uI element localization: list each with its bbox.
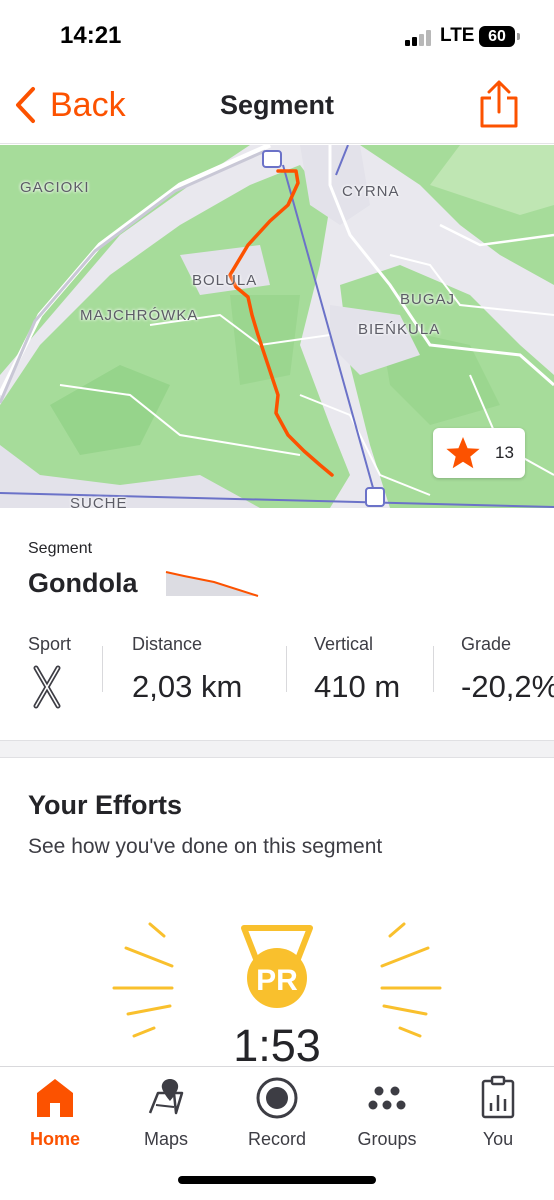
maps-icon: [148, 1079, 184, 1115]
segment-info: Segment Gondola Sport Distance 2,03 km V…: [0, 508, 554, 740]
battery-icon: 60: [479, 26, 520, 47]
sport-label: Sport: [28, 634, 72, 654]
map-label-bolula: BOLULA: [192, 272, 258, 289]
stat-divider: [433, 646, 434, 692]
efforts-title: Your Efforts: [28, 790, 182, 820]
tab-label: Record: [247, 1129, 307, 1149]
pr-time: 1:53: [233, 1020, 321, 1066]
you-icon: [481, 1075, 515, 1119]
network-type: LTE: [440, 25, 475, 46]
efforts-section: Your Efforts See how you've done on this…: [0, 758, 554, 1066]
distance-value: 2,03 km: [132, 669, 243, 704]
home-icon: [37, 1079, 73, 1117]
vertical-value: 410 m: [314, 669, 401, 704]
status-bar: 14:21 LTE 60: [0, 0, 554, 72]
tab-home[interactable]: Home: [5, 1075, 105, 1150]
tab-label: Groups: [357, 1129, 417, 1149]
efforts-subtitle: See how you've done on this segment: [28, 835, 383, 858]
tab-label: You: [482, 1129, 514, 1149]
home-indicator: [178, 1176, 376, 1184]
stat-distance: Distance 2,03 km: [132, 634, 242, 705]
stat-divider: [286, 646, 287, 692]
signal-icon: [405, 30, 435, 46]
pr-badge-text: PR: [256, 964, 298, 997]
tab-record[interactable]: Record: [227, 1075, 327, 1150]
distance-label: Distance: [132, 634, 203, 654]
groups-icon: [368, 1086, 406, 1110]
star-icon: [446, 437, 480, 469]
tab-you[interactable]: You: [448, 1075, 548, 1150]
segment-label: Segment: [28, 540, 93, 557]
segment-name: Gondola: [28, 568, 138, 598]
nav-bar: Back Segment: [0, 72, 554, 144]
grade-value: -20,2%: [461, 669, 554, 704]
grade-label: Grade: [461, 634, 512, 654]
stat-divider: [102, 646, 103, 692]
map-label-gacioki: GACIOKI: [20, 179, 90, 196]
tab-maps[interactable]: Maps: [116, 1075, 216, 1150]
stat-sport: Sport: [28, 634, 71, 714]
tab-label: Maps: [143, 1129, 188, 1149]
favorite-button[interactable]: 13: [433, 428, 525, 478]
map-label-bugaj: BUGAJ: [400, 291, 456, 308]
vertical-label: Vertical: [314, 634, 374, 654]
share-icon: [480, 80, 518, 128]
favorite-count: 13: [495, 443, 514, 462]
record-icon: [256, 1077, 298, 1119]
map-label-cyrna: CYRNA: [342, 183, 400, 200]
status-time: 14:21: [60, 22, 122, 49]
map-label-majchrowka: MAJCHRÓWKA: [80, 307, 199, 324]
map-label-suche: SUCHE: [70, 495, 128, 508]
section-divider: [0, 740, 554, 758]
ski-icon: [33, 665, 61, 709]
stat-grade: Grade -20,2%: [461, 634, 554, 705]
tab-label: Home: [29, 1129, 80, 1149]
elevation-profile-thumbnail: [165, 571, 259, 597]
tab-groups[interactable]: Groups: [337, 1075, 437, 1150]
stat-vertical: Vertical 410 m: [314, 634, 400, 705]
map-label-bienkula: BIEŃKULA: [358, 321, 441, 338]
page-title: Segment: [219, 90, 335, 120]
share-button[interactable]: [476, 78, 522, 130]
